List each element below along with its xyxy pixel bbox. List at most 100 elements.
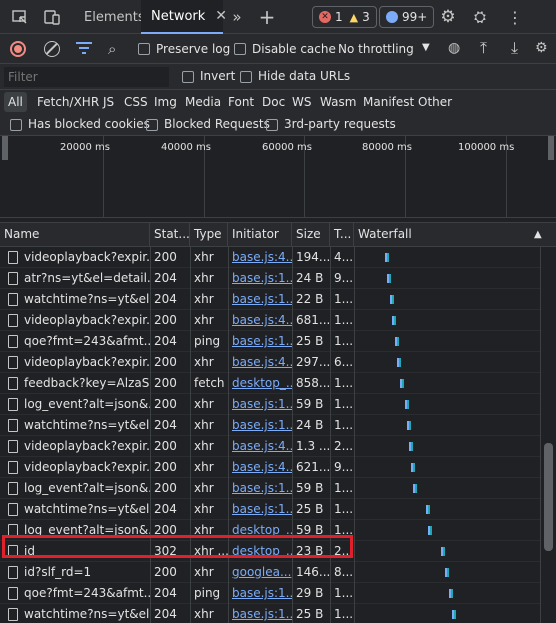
request-initiator[interactable]: base.js:1... <box>228 331 292 352</box>
device-toolbar-icon[interactable] <box>42 7 62 27</box>
table-row[interactable]: log_event?alt=json&... 200 xhr base.js:1...… <box>0 394 540 415</box>
request-initiator[interactable]: desktop_... <box>228 373 292 394</box>
type-filter-all[interactable]: All <box>4 92 27 112</box>
table-row[interactable]: qoe?fmt=243&afmt... 204 ping base.js:1... 25… <box>0 331 540 352</box>
table-row[interactable]: id?slf_rd=1 200 xhr googlea... 146... 8... <box>0 562 540 583</box>
type-filter-js[interactable]: JS <box>103 95 114 109</box>
type-filter-css[interactable]: CSS <box>124 95 148 109</box>
clear-icon[interactable] <box>44 41 60 57</box>
table-row[interactable]: feedback?key=AlzaS... 200 fetch desktop_...… <box>0 373 540 394</box>
type-filter-wasm[interactable]: Wasm <box>320 95 356 109</box>
preserve-log-checkbox[interactable] <box>138 43 150 55</box>
more-options-icon[interactable]: ⋮ <box>505 7 525 27</box>
table-row[interactable]: watchtime?ns=yt&el... 204 xhr base.js:1... 2… <box>0 604 540 623</box>
request-initiator[interactable]: base.js:4... <box>228 436 292 457</box>
has-blocked-cookies-checkbox[interactable] <box>10 119 22 131</box>
settings-gear-icon[interactable]: ⚙ <box>438 7 458 27</box>
import-har-icon[interactable]: ⤒ <box>480 38 487 58</box>
export-har-icon[interactable]: ⤓ <box>511 38 518 58</box>
type-filter-ws[interactable]: WS <box>292 95 311 109</box>
request-initiator[interactable]: base.js:1... <box>228 394 292 415</box>
request-initiator[interactable]: base.js:1... <box>228 604 292 623</box>
column-type[interactable]: Type <box>190 223 228 246</box>
request-time: 1... <box>330 583 352 604</box>
table-row[interactable]: watchtime?ns=yt&el... 204 xhr base.js:1... 2… <box>0 289 540 310</box>
disable-cache-checkbox[interactable] <box>234 43 246 55</box>
request-initiator[interactable]: base.js:1... <box>228 478 292 499</box>
request-initiator[interactable]: base.js:1... <box>228 499 292 520</box>
overview-left-handle[interactable] <box>2 136 8 160</box>
request-initiator[interactable]: base.js:1... <box>228 583 292 604</box>
type-filter-img[interactable]: Img <box>154 95 177 109</box>
request-status: 204 <box>150 331 190 352</box>
request-initiator[interactable]: base.js:1... <box>228 415 292 436</box>
request-type: xhr <box>190 520 228 541</box>
close-tab-icon[interactable]: ✕ <box>215 8 227 24</box>
type-filter-media[interactable]: Media <box>185 95 221 109</box>
third-party-requests-checkbox[interactable] <box>266 119 278 131</box>
throttling-select[interactable]: No throttling ▼ <box>338 40 436 58</box>
request-initiator[interactable]: base.js:1... <box>228 268 292 289</box>
request-name: id?slf_rd=1 <box>0 562 150 583</box>
table-row[interactable]: log_event?alt=json&... 200 xhr desktop_... 5… <box>0 520 540 541</box>
column-name[interactable]: Name <box>0 223 150 246</box>
request-name: log_event?alt=json&... <box>0 394 150 415</box>
table-row[interactable]: watchtime?ns=yt&el... 204 xhr base.js:1... 2… <box>0 415 540 436</box>
tab-network[interactable]: Network ✕ <box>141 0 227 34</box>
table-row[interactable]: log_event?alt=json&... 200 xhr base.js:1...… <box>0 478 540 499</box>
customize-icon[interactable]: ⛭ <box>470 7 490 27</box>
type-filter-other[interactable]: Other <box>418 95 452 109</box>
request-initiator[interactable]: desktop_... <box>228 520 292 541</box>
issues-badge[interactable]: ✕ 1 ▲ 3 <box>312 6 377 28</box>
type-filter-manifest[interactable]: Manifest <box>363 95 414 109</box>
table-row[interactable]: videoplayback?expir... 200 xhr base.js:4...… <box>0 310 540 331</box>
table-scrollbar[interactable] <box>540 247 556 623</box>
request-initiator[interactable]: base.js:4... <box>228 310 292 331</box>
type-filter-doc[interactable]: Doc <box>262 95 285 109</box>
timeline-overview[interactable]: 20000 ms 40000 ms 60000 ms 80000 ms 1000… <box>0 136 556 218</box>
table-row[interactable]: qoe?fmt=243&afmt... 204 ping base.js:1... 29… <box>0 583 540 604</box>
request-initiator[interactable]: base.js:4... <box>228 457 292 478</box>
request-time: 9... <box>330 268 352 289</box>
column-time[interactable]: T... <box>330 223 354 246</box>
search-icon[interactable]: ⌕ <box>108 40 116 58</box>
messages-badge[interactable]: 99+ <box>379 6 435 28</box>
tab-elements[interactable]: Elements <box>75 0 145 34</box>
table-row[interactable]: videoplayback?expir... 200 xhr base.js:4...… <box>0 247 540 268</box>
table-row[interactable]: watchtime?ns=yt&el... 204 xhr base.js:1... 2… <box>0 499 540 520</box>
request-type: xhr <box>190 352 228 373</box>
add-tab-icon[interactable]: + <box>257 5 277 29</box>
hide-data-urls-checkbox[interactable] <box>240 71 252 83</box>
column-size[interactable]: Size <box>292 223 330 246</box>
blocked-requests-checkbox[interactable] <box>146 119 158 131</box>
request-initiator[interactable]: base.js:4... <box>228 352 292 373</box>
column-initiator[interactable]: Initiator <box>228 223 292 246</box>
overview-right-handle[interactable] <box>548 136 554 160</box>
type-filter-font[interactable]: Font <box>228 95 254 109</box>
column-waterfall[interactable]: Waterfall ▲ <box>354 223 556 246</box>
request-initiator[interactable]: base.js:1... <box>228 289 292 310</box>
network-settings-icon[interactable]: ⚙ <box>535 40 548 56</box>
filter-input[interactable] <box>4 67 169 87</box>
request-initiator[interactable]: googlea... <box>228 562 292 583</box>
network-conditions-icon[interactable]: ◍ <box>448 40 460 56</box>
table-row[interactable]: atr?ns=yt&el=detail... 204 xhr base.js:1...… <box>0 268 540 289</box>
request-initiator[interactable]: base.js:4... <box>228 247 292 268</box>
more-tabs-icon[interactable]: » <box>227 7 247 27</box>
table-row[interactable]: videoplayback?expir... 200 xhr base.js:4...… <box>0 457 540 478</box>
table-row[interactable]: videoplayback?expir... 200 xhr base.js:4...… <box>0 436 540 457</box>
request-type-text: xhr <box>194 565 214 579</box>
request-name-text: qoe?fmt=243&afmt... <box>24 334 150 348</box>
request-initiator[interactable]: desktop_... <box>228 541 292 562</box>
type-filter-fetch-xhr[interactable]: Fetch/XHR <box>37 95 99 109</box>
request-initiator-text: desktop_... <box>232 544 292 558</box>
inspect-element-icon[interactable] <box>10 7 30 27</box>
filter-icon[interactable] <box>76 42 92 54</box>
scrollbar-thumb[interactable] <box>544 443 553 551</box>
column-status[interactable]: Stat... <box>150 223 190 246</box>
record-icon[interactable] <box>10 41 26 57</box>
file-icon <box>8 314 18 327</box>
invert-checkbox[interactable] <box>182 71 194 83</box>
table-row[interactable]: id 302 xhr ... desktop_... 23 B 2... <box>0 541 540 562</box>
table-row[interactable]: videoplayback?expir... 200 xhr base.js:4...… <box>0 352 540 373</box>
